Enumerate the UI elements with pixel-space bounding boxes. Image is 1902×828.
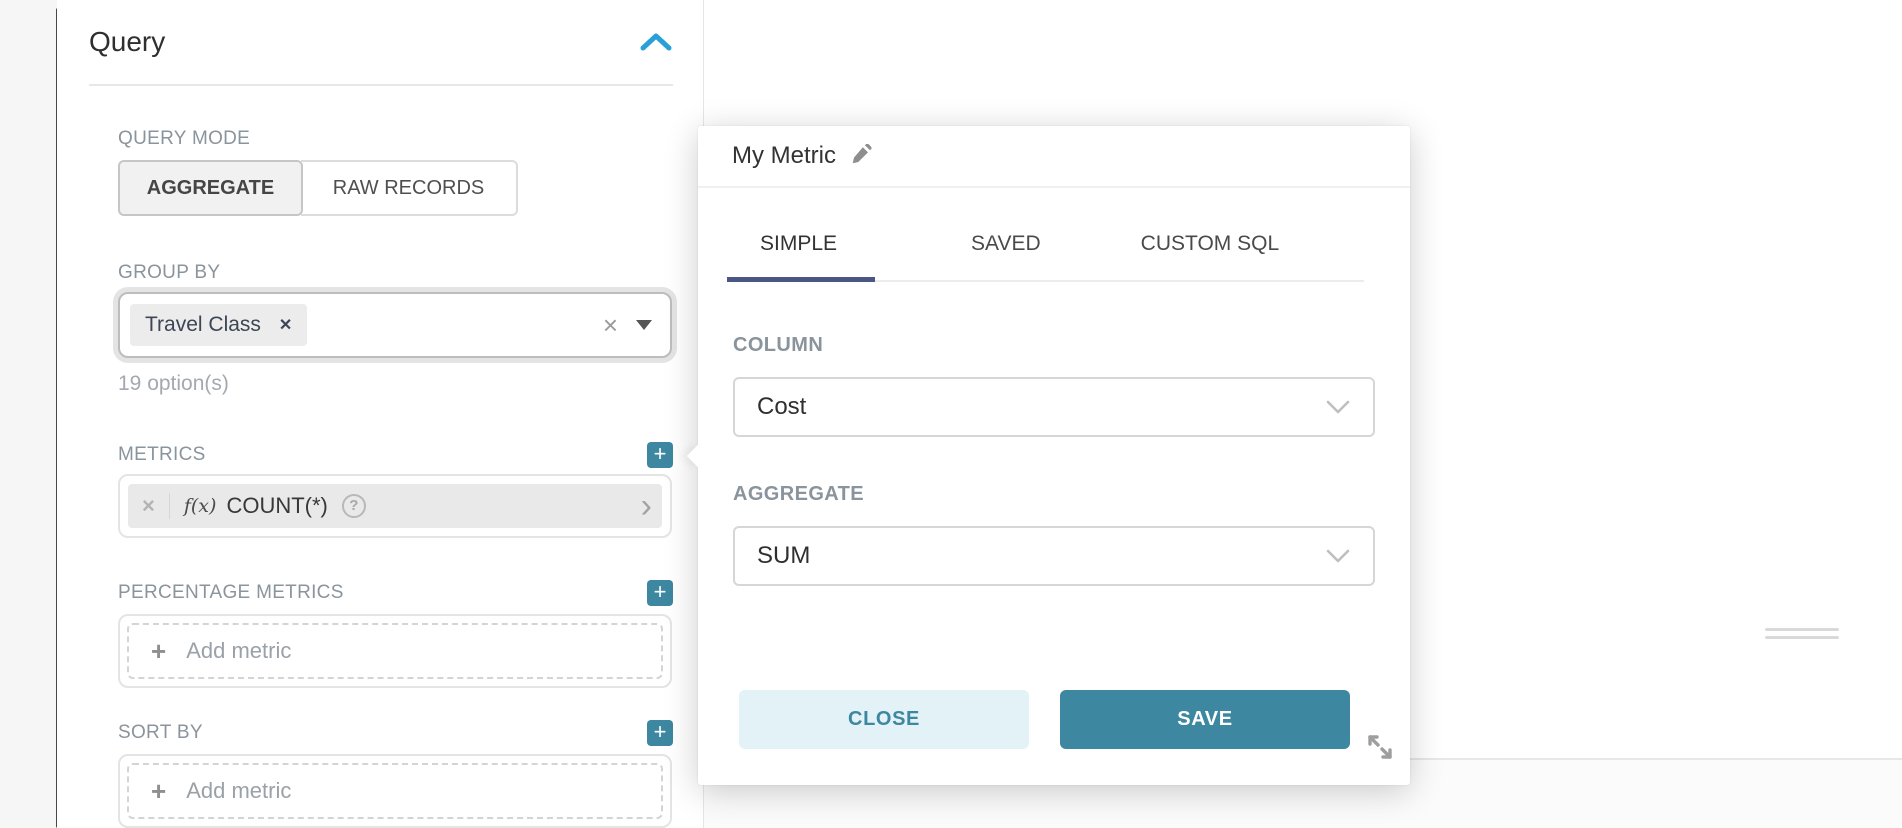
group-by-options-count: 19 option(s)	[118, 372, 673, 396]
group-by-select[interactable]: Travel Class ✕ ×	[118, 292, 672, 358]
group-by-tag[interactable]: Travel Class ✕	[130, 304, 307, 346]
column-select[interactable]: Cost	[733, 377, 1375, 437]
select-chevron-down-icon	[1325, 399, 1351, 415]
query-section-title: Query	[89, 22, 165, 62]
metric-tabs: SIMPLE SAVED CUSTOM SQL	[727, 232, 1364, 282]
pill-divider	[169, 493, 170, 519]
drag-handle-line	[1765, 628, 1839, 631]
percentage-metrics-label: PERCENTAGE METRICS	[118, 582, 344, 604]
add-sort-by-plus-button[interactable]: +	[647, 720, 673, 746]
sort-by-label: SORT BY	[118, 722, 203, 744]
metric-edit-popover: My Metric SIMPLE SAVED CUSTOM SQL COLUMN…	[698, 126, 1410, 785]
close-button[interactable]: CLOSE	[739, 690, 1029, 749]
sort-by-add-box[interactable]: + Add metric	[118, 754, 672, 828]
column-label: COLUMN	[733, 334, 1375, 357]
add-metric-placeholder: Add metric	[186, 638, 291, 664]
collapse-chevron-up-icon[interactable]	[639, 31, 673, 53]
add-percentage-metric-plus-button[interactable]: +	[647, 580, 673, 606]
select-chevron-down-icon	[1325, 548, 1351, 564]
select-clear-icon[interactable]: ×	[603, 312, 618, 338]
aggregate-value: SUM	[757, 542, 810, 570]
aggregate-label: AGGREGATE	[733, 483, 1375, 506]
percentage-metrics-add-box[interactable]: + Add metric	[118, 614, 672, 688]
metric-chevron-right-icon[interactable]: ›	[641, 491, 652, 521]
metric-pill[interactable]: × f(x) COUNT(*) ? ›	[128, 484, 662, 528]
add-metric-plus-button[interactable]: +	[647, 442, 673, 468]
metrics-label: METRICS	[118, 444, 206, 466]
group-by-label: GROUP BY	[118, 262, 673, 284]
query-mode-raw-records-button[interactable]: RAW RECORDS	[301, 160, 518, 216]
tab-saved[interactable]: SAVED	[938, 232, 1074, 280]
tab-simple[interactable]: SIMPLE	[727, 232, 870, 280]
popover-title: My Metric	[732, 142, 836, 170]
tab-custom-sql[interactable]: CUSTOM SQL	[1108, 232, 1312, 280]
results-resize-handle[interactable]	[1765, 628, 1839, 640]
query-mode-aggregate-button[interactable]: AGGREGATE	[118, 160, 303, 216]
add-metric-placeholder: Add metric	[186, 778, 291, 804]
add-metric-plus-icon: +	[151, 776, 166, 807]
save-button[interactable]: SAVE	[1060, 690, 1350, 749]
metric-control: × f(x) COUNT(*) ? ›	[118, 474, 672, 538]
aggregate-select[interactable]: SUM	[733, 526, 1375, 586]
metric-expression: COUNT(*)	[226, 493, 327, 519]
query-mode-label: QUERY MODE	[118, 128, 673, 150]
tag-remove-icon[interactable]: ✕	[279, 315, 292, 335]
resize-expand-icon[interactable]	[1364, 731, 1396, 763]
tag-label: Travel Class	[145, 313, 261, 337]
fx-icon: f(x)	[184, 495, 217, 517]
drag-handle-line	[1765, 636, 1839, 639]
metric-remove-icon[interactable]: ×	[142, 493, 155, 519]
query-control-panel: Query QUERY MODE AGGREGATE RAW RECORDS G…	[57, 0, 704, 828]
query-mode-toggle: AGGREGATE RAW RECORDS	[118, 160, 518, 216]
add-metric-plus-icon: +	[151, 636, 166, 667]
help-circle-icon[interactable]: ?	[342, 494, 366, 518]
active-tab-indicator	[727, 277, 875, 282]
edit-pencil-icon[interactable]	[850, 144, 874, 168]
select-caret-down-icon[interactable]	[636, 320, 652, 330]
column-value: Cost	[757, 393, 806, 421]
left-gutter	[0, 0, 57, 828]
section-divider	[89, 84, 673, 86]
